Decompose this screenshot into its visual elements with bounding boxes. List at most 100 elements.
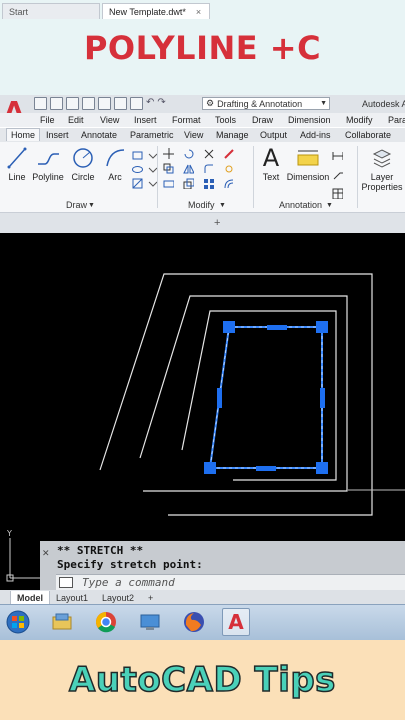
- vertex-grip[interactable]: [223, 321, 235, 333]
- redo-icon[interactable]: ↷: [157, 97, 165, 111]
- tab-model[interactable]: Model: [10, 591, 50, 605]
- menu-edit[interactable]: Edit: [68, 115, 84, 125]
- arc-tool-button[interactable]: Arc: [102, 146, 128, 182]
- tab-layout1[interactable]: Layout1: [50, 591, 94, 604]
- menu-dimension[interactable]: Dimension: [288, 115, 331, 125]
- svg-text:Y: Y: [6, 529, 12, 538]
- taskbar-explorer[interactable]: [48, 608, 76, 636]
- drawing-canvas[interactable]: Y X: [0, 233, 405, 590]
- selected-polyline[interactable]: [208, 326, 323, 469]
- stretch-icon[interactable]: [163, 178, 174, 189]
- menu-file[interactable]: File: [40, 115, 55, 125]
- tab-annotate[interactable]: Annotate: [81, 130, 117, 140]
- chrome-icon: [96, 612, 116, 633]
- annotation-panel-label[interactable]: Annotation: [279, 200, 322, 210]
- vertex-grip[interactable]: [316, 321, 328, 333]
- taskbar-firefox[interactable]: [180, 608, 208, 636]
- table-icon[interactable]: [332, 188, 343, 199]
- menu-insert[interactable]: Insert: [134, 115, 157, 125]
- add-layout-plus-icon[interactable]: +: [142, 591, 159, 604]
- modify-panel-label[interactable]: Modify: [188, 200, 215, 210]
- scale-icon[interactable]: [183, 178, 194, 189]
- start-button[interactable]: [4, 608, 32, 636]
- taskbar-autocad[interactable]: A: [222, 608, 250, 636]
- explode-icon[interactable]: [223, 163, 234, 174]
- ribbon-tabs: Home Insert Annotate Parametric View Man…: [0, 128, 405, 142]
- tab-insert[interactable]: Insert: [46, 130, 69, 140]
- midpoint-grip[interactable]: [320, 388, 325, 408]
- dimension-tool-button[interactable]: Dimension: [286, 146, 330, 182]
- layer-properties-button[interactable]: Layer Properties: [360, 146, 404, 192]
- leader-icon[interactable]: [332, 169, 343, 180]
- menu-format[interactable]: Format: [172, 115, 201, 125]
- menu-parametric[interactable]: Para: [388, 115, 405, 125]
- layers-icon: [372, 149, 392, 168]
- chevron-down-icon[interactable]: ▼: [88, 202, 95, 209]
- tab-output[interactable]: Output: [260, 130, 287, 140]
- rectangle-icon[interactable]: [132, 150, 143, 161]
- tab-view[interactable]: View: [184, 130, 203, 140]
- modify-tools: [163, 148, 237, 189]
- open-file-icon[interactable]: [50, 97, 63, 110]
- save-as-icon[interactable]: [82, 97, 95, 110]
- draw-panel-label[interactable]: Draw: [66, 200, 87, 210]
- tab-manage[interactable]: Manage: [216, 130, 249, 140]
- taskbar-chrome[interactable]: [92, 608, 120, 636]
- chevron-down-icon[interactable]: ▼: [219, 202, 226, 209]
- midpoint-grip[interactable]: [256, 466, 276, 471]
- polyline-tool-button[interactable]: Polyline: [30, 146, 66, 182]
- tab-new-template[interactable]: New Template.dwt* ×: [102, 3, 210, 19]
- tab-start[interactable]: Start: [2, 3, 100, 19]
- offset-icon[interactable]: [223, 178, 234, 189]
- copy-icon[interactable]: [163, 163, 174, 174]
- new-file-icon[interactable]: [34, 97, 47, 110]
- workspace-dropdown[interactable]: ⚙ Drafting & Annotation ▼: [202, 97, 330, 110]
- save-icon[interactable]: [66, 97, 79, 110]
- print-icon[interactable]: [114, 97, 127, 110]
- array-icon[interactable]: [203, 178, 214, 189]
- tab-parametric[interactable]: Parametric: [130, 130, 174, 140]
- fillet-icon[interactable]: [203, 163, 214, 174]
- ellipse-icon[interactable]: [132, 164, 143, 175]
- text-tool-button[interactable]: A Text: [258, 146, 284, 182]
- rotate-icon[interactable]: [183, 148, 194, 159]
- print-preview-icon[interactable]: [130, 97, 143, 110]
- trim-icon[interactable]: [203, 148, 214, 159]
- close-icon[interactable]: ✕: [42, 548, 50, 559]
- dimension-icon: [297, 150, 319, 166]
- close-icon[interactable]: ×: [196, 7, 201, 17]
- taskbar-network[interactable]: [136, 608, 164, 636]
- tab-add-ins[interactable]: Add-ins: [300, 130, 331, 140]
- offset-polyline-3[interactable]: [181, 310, 337, 481]
- menu-view[interactable]: View: [100, 115, 119, 125]
- line-tool-button[interactable]: Line: [4, 146, 30, 182]
- network-icon: [140, 614, 160, 630]
- offset-polyline-outer[interactable]: [99, 273, 373, 516]
- tab-collaborate[interactable]: Collaborate: [345, 130, 391, 140]
- offset-polyline-2[interactable]: [139, 295, 348, 492]
- vertex-grip[interactable]: [204, 462, 216, 474]
- circle-tool-button[interactable]: Circle: [68, 146, 98, 182]
- tab-layout2[interactable]: Layout2: [96, 591, 140, 604]
- hatch-icon[interactable]: [132, 178, 143, 189]
- menu-draw[interactable]: Draw: [252, 115, 273, 125]
- web-mobile-icon[interactable]: [98, 97, 111, 110]
- midpoint-grip[interactable]: [267, 325, 287, 330]
- chevron-down-icon: ▼: [320, 100, 327, 107]
- linear-dimension-icon[interactable]: [332, 150, 343, 161]
- tab-home[interactable]: Home: [6, 128, 41, 141]
- mirror-icon[interactable]: [183, 163, 194, 174]
- menu-modify[interactable]: Modify: [346, 115, 373, 125]
- vertex-grip[interactable]: [316, 462, 328, 474]
- undo-icon[interactable]: ↶: [146, 97, 154, 111]
- command-input[interactable]: Type a command: [56, 574, 405, 590]
- erase-icon[interactable]: [223, 148, 234, 159]
- midpoint-grip[interactable]: [217, 388, 222, 408]
- command-line-icon[interactable]: [59, 577, 73, 588]
- move-icon[interactable]: [163, 148, 174, 159]
- chevron-down-icon[interactable]: ▼: [326, 202, 333, 209]
- arc-icon: [106, 149, 125, 167]
- arc-tool-label: Arc: [108, 172, 122, 182]
- new-tab-plus-icon[interactable]: +: [214, 217, 220, 229]
- menu-tools[interactable]: Tools: [215, 115, 236, 125]
